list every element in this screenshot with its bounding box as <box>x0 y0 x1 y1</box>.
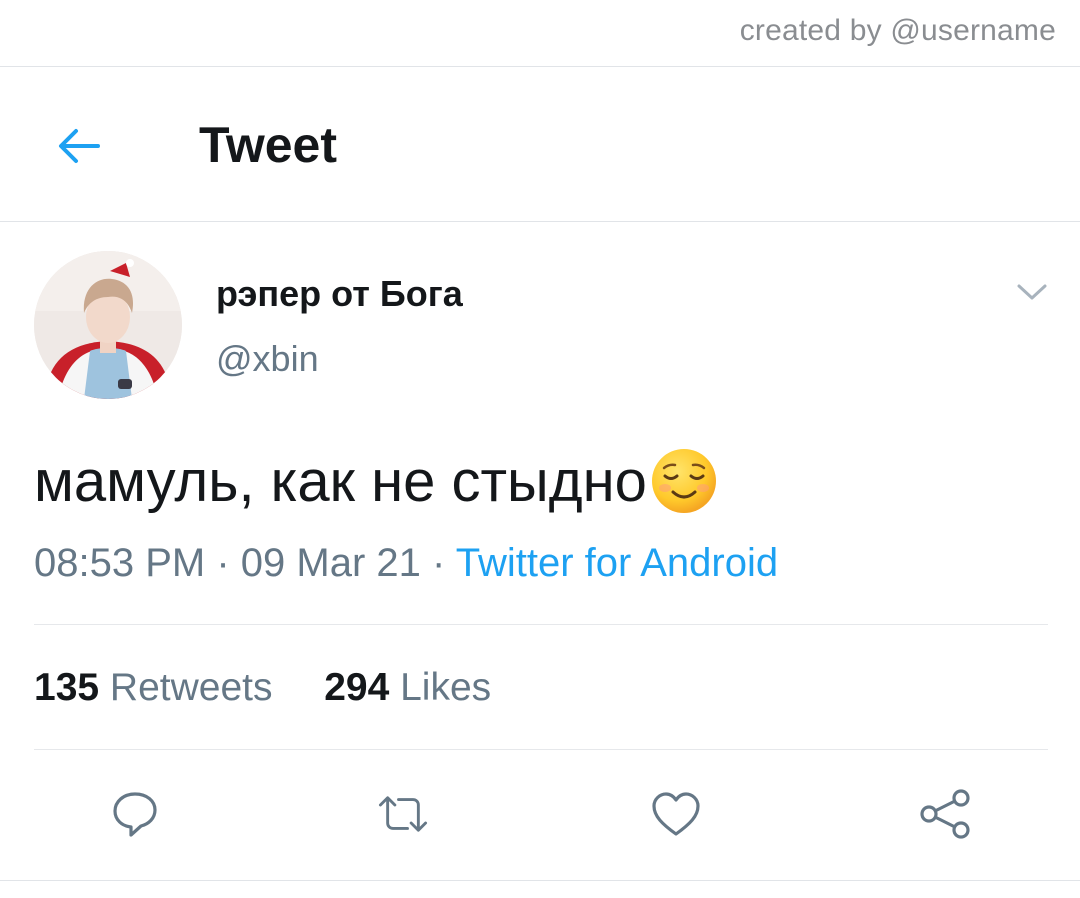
retweets-count: 135 <box>34 666 100 709</box>
stats-divider <box>34 749 1048 750</box>
arrow-left-icon <box>59 129 100 163</box>
tweet-meta: 08:53 PM · 09 Mar 21 · Twitter for Andro… <box>34 541 778 586</box>
like-button[interactable] <box>648 786 704 842</box>
meta-separator: · <box>216 541 230 585</box>
page-title: Tweet <box>199 117 337 173</box>
retweets-label: Retweets <box>109 666 273 709</box>
user-handle[interactable]: @xbin <box>216 338 319 380</box>
tweet-date: 09 Mar 21 <box>240 541 421 585</box>
meta-divider <box>34 624 1048 625</box>
header-divider <box>0 221 1080 222</box>
tweet-body: мамуль, как не стыдно <box>34 446 719 516</box>
meta-separator: · <box>432 541 446 585</box>
avatar-image <box>34 251 182 399</box>
tweet-text: мамуль, как не стыдно <box>34 448 647 514</box>
relieved-face-emoji <box>651 449 716 513</box>
app-header: Tweet <box>0 68 1080 221</box>
tweet-stats: 135 Retweets 294 Likes <box>34 666 491 710</box>
tweet-time: 08:53 PM <box>34 541 206 585</box>
likes-label: Likes <box>400 666 492 709</box>
likes-stat[interactable]: 294 Likes <box>324 666 491 709</box>
retweet-button[interactable] <box>375 786 431 842</box>
top-divider <box>0 66 1080 67</box>
tweet-source-link[interactable]: Twitter for Android <box>456 541 778 585</box>
display-name[interactable]: рэпер от Бога <box>216 273 463 315</box>
reply-icon <box>113 792 157 837</box>
share-icon <box>920 789 970 839</box>
watermark-text: created by @username <box>739 14 1056 47</box>
share-button[interactable] <box>917 786 973 842</box>
retweet-icon <box>378 796 428 832</box>
reply-button[interactable] <box>107 786 163 842</box>
bottom-divider <box>0 880 1080 881</box>
avatar[interactable] <box>34 251 182 399</box>
like-icon <box>652 792 700 836</box>
chevron-down-icon <box>1017 284 1047 300</box>
likes-count: 294 <box>324 666 390 709</box>
retweets-stat[interactable]: 135 Retweets <box>34 666 283 709</box>
back-button[interactable] <box>50 118 106 174</box>
more-options-button[interactable] <box>1014 278 1050 306</box>
